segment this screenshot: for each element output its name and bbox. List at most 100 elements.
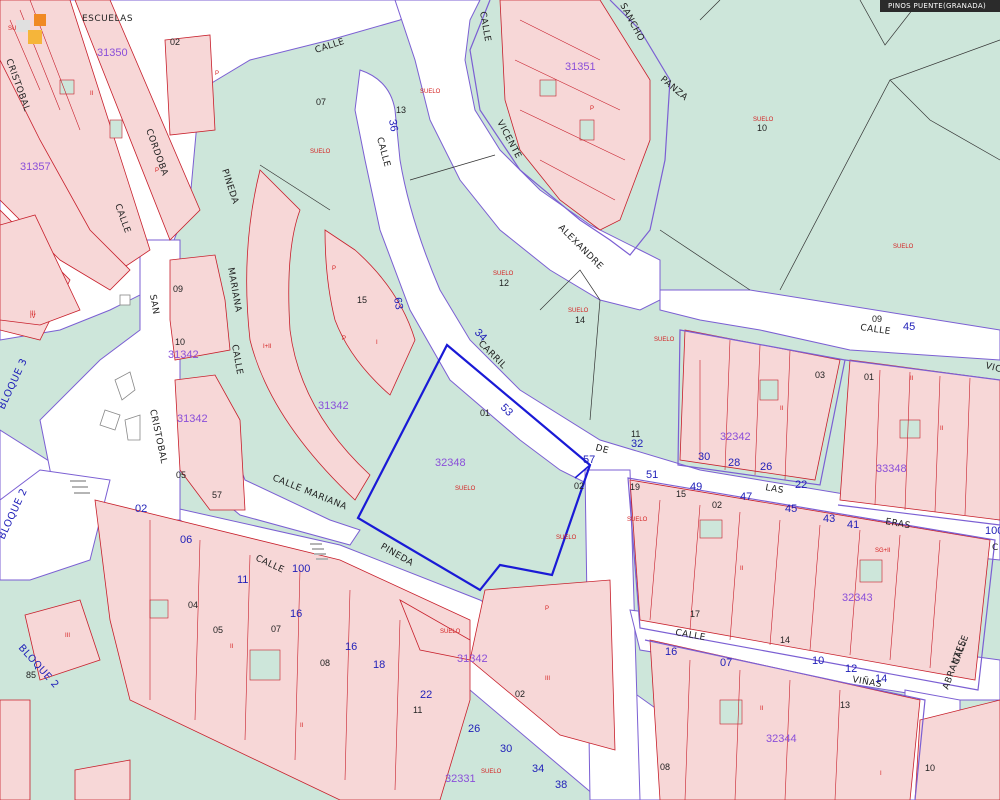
house-number: 36 bbox=[386, 118, 400, 132]
svg-text:P: P bbox=[215, 71, 219, 77]
house-number: 45 bbox=[785, 503, 797, 515]
land-label: SUELO bbox=[556, 535, 577, 541]
house-number: 14 bbox=[875, 673, 887, 685]
parcel-number: 08 bbox=[660, 762, 670, 772]
land-label: SUELO bbox=[654, 337, 675, 343]
house-number: 49 bbox=[690, 481, 702, 493]
house-number: 22 bbox=[795, 479, 807, 491]
parcel-number: 13 bbox=[840, 700, 850, 710]
parcel-number: 15 bbox=[676, 489, 686, 499]
house-number: 30 bbox=[698, 451, 710, 463]
parcel-number: 15 bbox=[357, 295, 367, 305]
svg-text:SG+II: SG+II bbox=[875, 548, 891, 554]
parcel-number: 03 bbox=[815, 370, 825, 380]
land-label: SUELO bbox=[310, 149, 331, 155]
cadastral-map[interactable]: ESCUELAS CALLE CRISTOBAL CORDOBA CALLE P… bbox=[0, 0, 1000, 800]
parcel-number: 05 bbox=[176, 470, 186, 480]
parcel-number: 02 bbox=[515, 689, 525, 699]
parcel-number: 02 bbox=[712, 500, 722, 510]
house-number: 26 bbox=[468, 723, 480, 735]
svg-text:II: II bbox=[230, 644, 234, 650]
parcel-number: 14 bbox=[575, 315, 585, 325]
land-label: SUELO bbox=[627, 517, 648, 523]
svg-text:II: II bbox=[740, 566, 744, 572]
house-number: 45 bbox=[903, 321, 915, 333]
svg-text:II: II bbox=[90, 91, 94, 97]
parcel-number: 01 bbox=[864, 372, 874, 382]
house-number: 34 bbox=[532, 763, 544, 775]
parcel-number: 09 bbox=[872, 314, 882, 324]
svg-text:III: III bbox=[545, 676, 550, 682]
parcel-number: 14 bbox=[780, 635, 790, 645]
parcel-number: 07 bbox=[316, 97, 326, 107]
house-number: 32 bbox=[631, 438, 643, 450]
block-label: 31351 bbox=[565, 61, 596, 73]
svg-text:II: II bbox=[300, 723, 304, 729]
svg-text:II: II bbox=[910, 376, 914, 382]
house-number: 02 bbox=[135, 503, 147, 515]
parcel-number: 07 bbox=[271, 624, 281, 634]
svg-text:III: III bbox=[65, 633, 70, 639]
svg-text:P: P bbox=[545, 606, 549, 612]
block-label: 31350 bbox=[97, 47, 128, 59]
house-number: 16 bbox=[290, 608, 302, 620]
parcel-number: 04 bbox=[188, 600, 198, 610]
parcel-number: 85 bbox=[26, 670, 36, 680]
place-title: PINOS PUENTE(GRANADA) bbox=[879, 0, 1000, 12]
parcel-number: 10 bbox=[757, 123, 767, 133]
block-label: 32331 bbox=[445, 773, 476, 785]
house-number: 18 bbox=[373, 659, 385, 671]
parcel-number: 17 bbox=[690, 609, 700, 619]
house-number: 43 bbox=[823, 513, 835, 525]
house-number: 22 bbox=[420, 689, 432, 701]
svg-text:II: II bbox=[780, 406, 784, 412]
svg-text:II: II bbox=[940, 426, 944, 432]
house-number: 16 bbox=[345, 641, 357, 653]
house-number: 12 bbox=[845, 663, 857, 675]
land-label: SUELO bbox=[568, 308, 589, 314]
svg-text:P: P bbox=[590, 106, 594, 112]
parcel-number: 57 bbox=[212, 490, 222, 500]
house-number: 41 bbox=[847, 519, 859, 531]
block-label: 33348 bbox=[876, 463, 907, 475]
house-number: 51 bbox=[646, 469, 658, 481]
house-number: 63 bbox=[391, 296, 405, 310]
house-number: 07 bbox=[720, 657, 732, 669]
parcel-number: 05 bbox=[213, 625, 223, 635]
land-label: SUELO bbox=[440, 629, 461, 635]
parcel-number: 11 bbox=[413, 705, 422, 715]
house-number: 30 bbox=[500, 743, 512, 755]
land-label: SUELO bbox=[481, 769, 502, 775]
land-label: SUELO bbox=[493, 271, 514, 277]
block-label: 31342 bbox=[318, 400, 349, 412]
land-label: SUELO bbox=[893, 244, 914, 250]
house-number: 16 bbox=[665, 646, 677, 658]
street-label: C bbox=[992, 543, 999, 553]
parcel-number: 08 bbox=[320, 658, 330, 668]
catastro-logo bbox=[16, 12, 48, 48]
svg-text:I+II: I+II bbox=[263, 344, 272, 350]
block-label: 32348 bbox=[435, 457, 466, 469]
land-label: SUELO bbox=[420, 89, 441, 95]
parcel-number: 10 bbox=[175, 337, 185, 347]
parcel-number: 01 bbox=[480, 408, 490, 418]
block-label: 32343 bbox=[842, 592, 873, 604]
svg-text:IV: IV bbox=[30, 314, 36, 320]
parcel-number: 19 bbox=[630, 482, 640, 492]
block-label: 31342 bbox=[177, 413, 208, 425]
house-number: 28 bbox=[728, 457, 740, 469]
house-number: 26 bbox=[760, 461, 772, 473]
svg-text:P: P bbox=[332, 266, 336, 272]
house-number: 57 bbox=[583, 454, 595, 466]
house-number: 38 bbox=[555, 779, 567, 791]
parcel-number: 09 bbox=[173, 284, 183, 294]
house-number: 100 bbox=[985, 525, 1000, 537]
block-label: 31357 bbox=[20, 161, 51, 173]
parcel-number: 02 bbox=[170, 37, 180, 47]
svg-text:P: P bbox=[342, 336, 346, 342]
street-label: ESCUELAS bbox=[82, 14, 133, 24]
house-number: 100 bbox=[292, 563, 310, 575]
svg-text:P: P bbox=[155, 168, 159, 174]
block-label: 31342 bbox=[168, 349, 199, 361]
house-number: 11 bbox=[237, 574, 248, 586]
